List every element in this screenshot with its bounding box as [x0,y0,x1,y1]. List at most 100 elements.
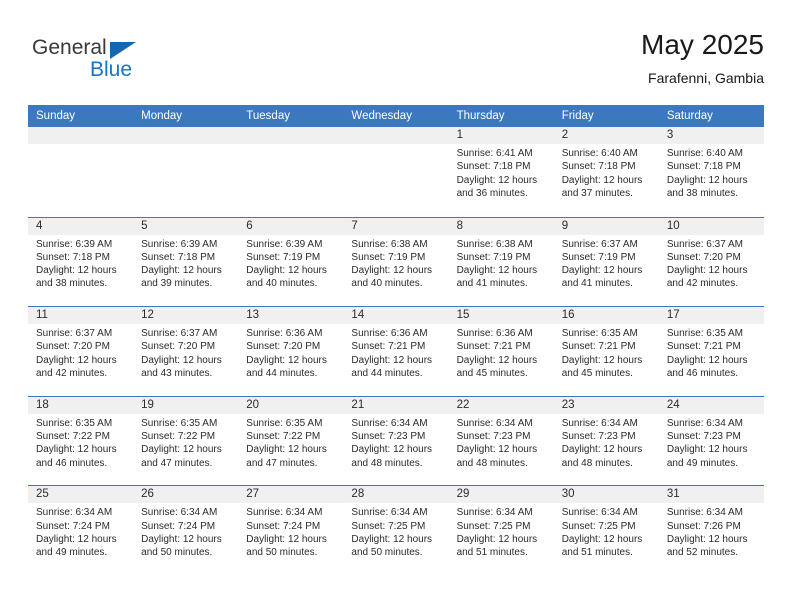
day-details: Sunrise: 6:35 AM Sunset: 7:21 PM Daylight:… [554,324,659,380]
day-number: 25 [28,486,134,504]
day-details: Sunrise: 6:35 AM Sunset: 7:22 PM Daylight:… [28,414,133,470]
daylight-text-line2: and 42 minutes. [36,368,108,380]
calendar-day-cell[interactable]: 14 Sunrise: 6:36 AM Sunset: 7:21 PM Dayligh… [343,307,449,396]
calendar-day-cell-empty [133,127,239,217]
calendar-day-cell[interactable]: 13 Sunrise: 6:36 AM Sunset: 7:20 PM Dayligh… [238,307,344,396]
sunset-text: Sunset: 7:25 PM [456,520,531,532]
calendar-day-cell[interactable]: 4 Sunrise: 6:39 AM Sunset: 7:18 PM Daylight… [28,217,134,307]
logo-triangle-icon [110,42,136,59]
daylight-text-line1: Daylight: 12 hours [36,533,117,545]
calendar-day-cell[interactable]: 23 Sunrise: 6:34 AM Sunset: 7:23 PM Dayligh… [553,396,659,486]
daylight-text-line2: and 36 minutes. [456,187,528,199]
day-number: 28 [343,486,449,504]
calendar-day-cell[interactable]: 29 Sunrise: 6:34 AM Sunset: 7:25 PM Dayligh… [448,486,554,575]
sunset-text: Sunset: 7:21 PM [666,341,741,353]
sunset-text: Sunset: 7:18 PM [36,251,110,263]
sunrise-text: Sunrise: 6:40 AM [666,148,743,159]
daylight-text-line1: Daylight: 12 hours [246,265,327,277]
day-details: Sunrise: 6:41 AM Sunset: 7:18 PM Daylight:… [449,144,554,200]
daylight-text-line2: and 46 minutes. [666,368,739,380]
day-number: 29 [448,486,554,504]
calendar-day-cell[interactable]: 2 Sunrise: 6:40 AM Sunset: 7:18 PM Daylight… [553,127,659,217]
daylight-text-line1: Daylight: 12 hours [351,533,433,545]
sunset-text: Sunset: 7:18 PM [456,161,531,173]
calendar-day-cell[interactable]: 10 Sunrise: 6:37 AM Sunset: 7:20 PM Dayligh… [658,217,764,307]
daylight-text-line2: and 44 minutes. [246,368,318,380]
daylight-text-line1: Daylight: 12 hours [36,354,117,366]
day-number: 21 [343,396,449,414]
day-number: 8 [448,217,554,235]
calendar-day-cell-empty [343,127,449,217]
calendar-day-cell[interactable]: 1 Sunrise: 6:41 AM Sunset: 7:18 PM Daylight… [448,127,554,217]
calendar-day-cell[interactable]: 9 Sunrise: 6:37 AM Sunset: 7:19 PM Daylight… [553,217,659,307]
daylight-text-line1: Daylight: 12 hours [351,265,433,277]
sunrise-text: Sunrise: 6:34 AM [246,507,323,519]
sunset-text: Sunset: 7:23 PM [666,431,741,443]
day-details: Sunrise: 6:34 AM Sunset: 7:25 PM Daylight:… [343,503,448,559]
calendar-day-cell[interactable]: 22 Sunrise: 6:34 AM Sunset: 7:23 PM Dayligh… [448,396,554,486]
calendar-day-cell[interactable]: 5 Sunrise: 6:39 AM Sunset: 7:18 PM Daylight… [133,217,239,307]
calendar-day-cell[interactable]: 31 Sunrise: 6:34 AM Sunset: 7:26 PM Dayligh… [658,486,764,575]
daylight-text-line1: Daylight: 12 hours [456,533,538,545]
day-number: 18 [28,396,134,414]
sunrise-text: Sunrise: 6:35 AM [246,417,323,429]
general-blue-logo[interactable]: General Blue [28,36,168,92]
calendar-day-cell-empty [28,127,134,217]
calendar-day-cell[interactable]: 28 Sunrise: 6:34 AM Sunset: 7:25 PM Dayligh… [343,486,449,575]
day-number: 1 [448,127,554,144]
calendar-day-cell[interactable]: 27 Sunrise: 6:34 AM Sunset: 7:24 PM Dayligh… [238,486,344,575]
day-number [238,127,344,144]
daylight-text-line2: and 41 minutes. [561,278,633,290]
daylight-text-line1: Daylight: 12 hours [666,354,748,366]
daylight-text-line1: Daylight: 12 hours [351,354,433,366]
calendar-week-row: 25 Sunrise: 6:34 AM Sunset: 7:24 PM Dayligh… [28,485,764,575]
title-block: May 2025 Farafenni, Gambia [641,28,764,88]
calendar-day-cell[interactable]: 17 Sunrise: 6:35 AM Sunset: 7:21 PM Dayligh… [658,307,764,396]
sunrise-text: Sunrise: 6:35 AM [561,328,638,340]
daylight-text-line1: Daylight: 12 hours [666,174,748,186]
calendar-day-cell[interactable]: 6 Sunrise: 6:39 AM Sunset: 7:19 PM Daylight… [238,217,344,307]
calendar-day-cell[interactable]: 11 Sunrise: 6:37 AM Sunset: 7:20 PM Dayligh… [28,307,134,396]
weekday-header-saturday: Saturday [666,110,713,122]
sunset-text: Sunset: 7:20 PM [666,251,741,263]
calendar-day-cell[interactable]: 24 Sunrise: 6:34 AM Sunset: 7:23 PM Dayligh… [658,396,764,486]
day-number: 16 [553,307,659,325]
day-details: Sunrise: 6:36 AM Sunset: 7:20 PM Daylight:… [238,324,343,380]
daylight-text-line1: Daylight: 12 hours [561,265,643,277]
sunrise-text: Sunrise: 6:34 AM [141,507,218,519]
calendar-day-cell[interactable]: 21 Sunrise: 6:34 AM Sunset: 7:23 PM Dayligh… [343,396,449,486]
weekday-header-thursday: Thursday [456,110,505,122]
calendar-day-cell[interactable]: 19 Sunrise: 6:35 AM Sunset: 7:22 PM Dayligh… [133,396,239,486]
sunrise-text: Sunrise: 6:34 AM [666,507,743,519]
calendar-day-cell[interactable]: 20 Sunrise: 6:35 AM Sunset: 7:22 PM Dayligh… [238,396,344,486]
sunrise-text: Sunrise: 6:38 AM [456,238,533,250]
calendar-day-cell[interactable]: 16 Sunrise: 6:35 AM Sunset: 7:21 PM Dayligh… [553,307,659,396]
daylight-text-line1: Daylight: 12 hours [351,444,433,456]
sunrise-text: Sunrise: 6:34 AM [36,507,113,519]
day-details: Sunrise: 6:37 AM Sunset: 7:20 PM Daylight:… [133,324,238,380]
calendar-day-cell[interactable]: 7 Sunrise: 6:38 AM Sunset: 7:19 PM Daylight… [343,217,449,307]
day-number: 17 [658,307,764,325]
calendar-weeks: 1 Sunrise: 6:41 AM Sunset: 7:18 PM Daylight… [28,127,764,575]
daylight-text-line1: Daylight: 12 hours [246,533,327,545]
daylight-text-line2: and 44 minutes. [351,368,423,380]
daylight-text-line2: and 51 minutes. [456,547,528,559]
calendar-day-cell[interactable]: 3 Sunrise: 6:40 AM Sunset: 7:18 PM Daylight… [658,127,764,217]
daylight-text-line1: Daylight: 12 hours [666,265,748,277]
daylight-text-line2: and 43 minutes. [141,368,213,380]
day-details: Sunrise: 6:34 AM Sunset: 7:26 PM Daylight:… [659,503,764,559]
daylight-text-line1: Daylight: 12 hours [561,354,643,366]
sunrise-text: Sunrise: 6:34 AM [561,417,638,429]
sunrise-text: Sunrise: 6:37 AM [561,238,638,250]
daylight-text-line1: Daylight: 12 hours [456,265,538,277]
calendar-day-cell[interactable]: 15 Sunrise: 6:36 AM Sunset: 7:21 PM Dayligh… [448,307,554,396]
calendar-day-cell[interactable]: 30 Sunrise: 6:34 AM Sunset: 7:25 PM Dayligh… [553,486,659,575]
calendar-day-cell[interactable]: 12 Sunrise: 6:37 AM Sunset: 7:20 PM Dayligh… [133,307,239,396]
calendar-day-cell[interactable]: 26 Sunrise: 6:34 AM Sunset: 7:24 PM Dayligh… [133,486,239,575]
calendar-day-cell[interactable]: 8 Sunrise: 6:38 AM Sunset: 7:19 PM Daylight… [448,217,554,307]
calendar-day-cell[interactable]: 18 Sunrise: 6:35 AM Sunset: 7:22 PM Dayligh… [28,396,134,486]
sunrise-text: Sunrise: 6:38 AM [351,238,428,250]
calendar-day-cell[interactable]: 25 Sunrise: 6:34 AM Sunset: 7:24 PM Dayligh… [28,486,134,575]
daylight-text-line2: and 39 minutes. [141,278,213,290]
sunset-text: Sunset: 7:19 PM [351,251,426,263]
